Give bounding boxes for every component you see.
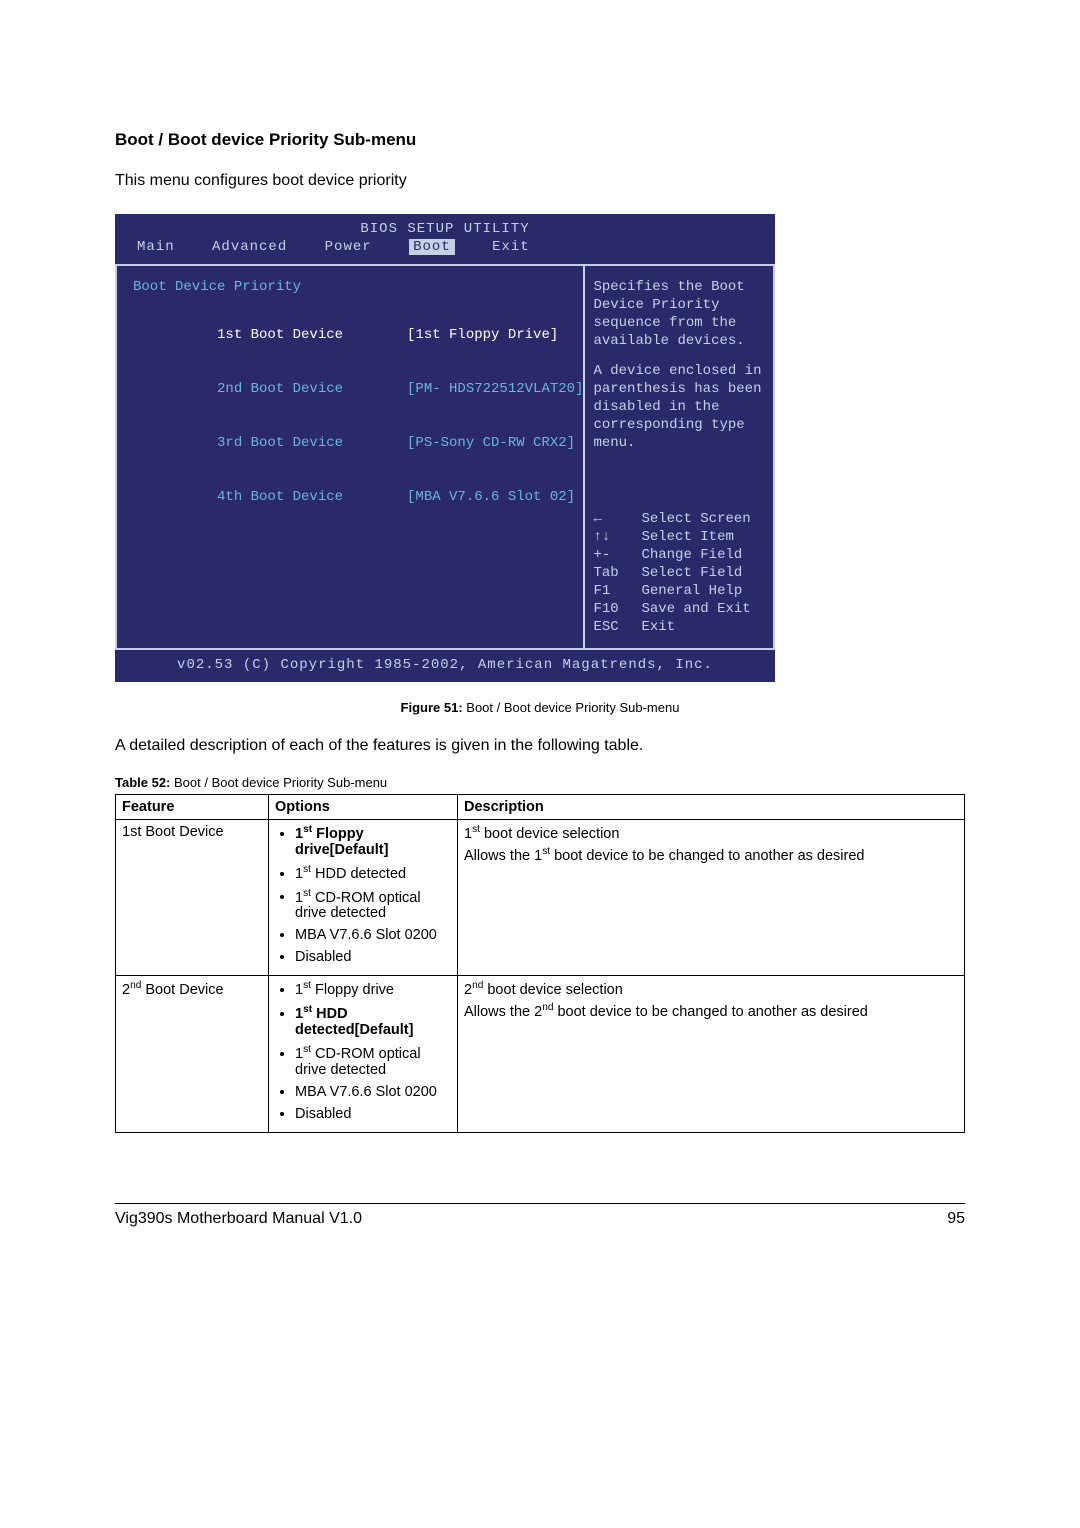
bios-key-help: ESCExit: [593, 618, 763, 636]
bios-panel-title: Boot Device Priority: [133, 278, 583, 296]
page-footer: Vig390s Motherboard Manual V1.0 95: [115, 1203, 965, 1228]
body-text: A detailed description of each of the fe…: [115, 737, 965, 755]
bios-help-line: menu.: [593, 434, 763, 452]
table-header: Feature: [116, 795, 269, 820]
bios-key-help: ←Select Screen: [593, 510, 763, 528]
table-label: Table 52:: [115, 775, 170, 790]
document-page: Boot / Boot device Priority Sub-menu Thi…: [0, 0, 1080, 1268]
bios-copyright: v02.53 (C) Copyright 1985-2002, American…: [115, 650, 775, 682]
bios-boot-value: [MBA V7.6.6 Slot 02]: [407, 489, 575, 505]
bios-boot-row-1[interactable]: 1st Boot Device[1st Floppy Drive]: [133, 308, 583, 362]
table-row: 1st Boot Device 1st Floppy drive[Default…: [116, 820, 965, 976]
table-header: Description: [458, 795, 965, 820]
bios-help-line: parenthesis has been: [593, 380, 763, 398]
table-header-row: Feature Options Description: [116, 795, 965, 820]
bios-tab-main[interactable]: Main: [137, 239, 175, 255]
bios-key-help: +-Change Field: [593, 546, 763, 564]
figure-caption: Figure 51: Boot / Boot device Priority S…: [115, 700, 965, 715]
bios-menu-bar: Main Advanced Power Boot Exit: [115, 238, 775, 262]
bios-boot-value: [1st Floppy Drive]: [407, 327, 558, 343]
bios-boot-row-3[interactable]: 3rd Boot Device[PS-Sony CD-RW CRX2]: [133, 416, 583, 470]
bios-boot-value: [PM- HDS722512VLAT20]: [407, 381, 583, 397]
bios-help-line: disabled in the: [593, 398, 763, 416]
feature-table: Feature Options Description 1st Boot Dev…: [115, 794, 965, 1133]
feature-cell: 2nd Boot Device: [116, 976, 269, 1132]
bios-screenshot: BIOS SETUP UTILITY Main Advanced Power B…: [115, 214, 775, 682]
bios-boot-row-4[interactable]: 4th Boot Device[MBA V7.6.6 Slot 02]: [133, 470, 583, 524]
bios-right-panel: Specifies the Boot Device Priority seque…: [585, 266, 775, 648]
bios-help-line: Specifies the Boot: [593, 278, 763, 296]
footer-left: Vig390s Motherboard Manual V1.0: [115, 1210, 362, 1228]
bios-boot-label: 2nd Boot Device: [217, 380, 407, 398]
feature-cell: 1st Boot Device: [116, 820, 269, 976]
bios-tab-exit[interactable]: Exit: [492, 239, 530, 255]
figure-label: Figure 51:: [401, 700, 463, 715]
bios-boot-label: 4th Boot Device: [217, 488, 407, 506]
bios-tab-advanced[interactable]: Advanced: [212, 239, 287, 255]
bios-help-line: Device Priority: [593, 296, 763, 314]
bios-boot-value: [PS-Sony CD-RW CRX2]: [407, 435, 575, 451]
table-label-text: Boot / Boot device Priority Sub-menu: [170, 775, 387, 790]
options-cell: 1st Floppy drive 1st HDD detected[Defaul…: [269, 976, 458, 1132]
bios-help-line: available devices.: [593, 332, 763, 350]
table-row: 2nd Boot Device 1st Floppy drive 1st HDD…: [116, 976, 965, 1132]
bios-help-line: A device enclosed in: [593, 362, 763, 380]
bios-key-help: F10Save and Exit: [593, 600, 763, 618]
figure-text: Boot / Boot device Priority Sub-menu: [463, 700, 680, 715]
bios-key-help: F1General Help: [593, 582, 763, 600]
section-title: Boot / Boot device Priority Sub-menu: [115, 130, 965, 150]
bios-tab-boot[interactable]: Boot: [409, 239, 455, 255]
description-cell: 1st boot device selection Allows the 1st…: [458, 820, 965, 976]
bios-boot-row-2[interactable]: 2nd Boot Device[PM- HDS722512VLAT20]: [133, 362, 583, 416]
table-header: Options: [269, 795, 458, 820]
intro-text: This menu configures boot device priorit…: [115, 172, 965, 190]
bios-key-help: ↑↓Select Item: [593, 528, 763, 546]
bios-title: BIOS SETUP UTILITY: [115, 214, 775, 238]
bios-help-line: corresponding type: [593, 416, 763, 434]
table-caption: Table 52: Boot / Boot device Priority Su…: [115, 775, 965, 790]
footer-page-number: 95: [947, 1210, 965, 1228]
bios-help-line: sequence from the: [593, 314, 763, 332]
bios-tab-power[interactable]: Power: [325, 239, 372, 255]
bios-boot-label: 3rd Boot Device: [217, 434, 407, 452]
options-cell: 1st Floppy drive[Default] 1st HDD detect…: [269, 820, 458, 976]
bios-boot-label: 1st Boot Device: [217, 326, 407, 344]
bios-key-help: TabSelect Field: [593, 564, 763, 582]
bios-left-panel: Boot Device Priority 1st Boot Device[1st…: [115, 266, 585, 648]
description-cell: 2nd boot device selection Allows the 2nd…: [458, 976, 965, 1132]
